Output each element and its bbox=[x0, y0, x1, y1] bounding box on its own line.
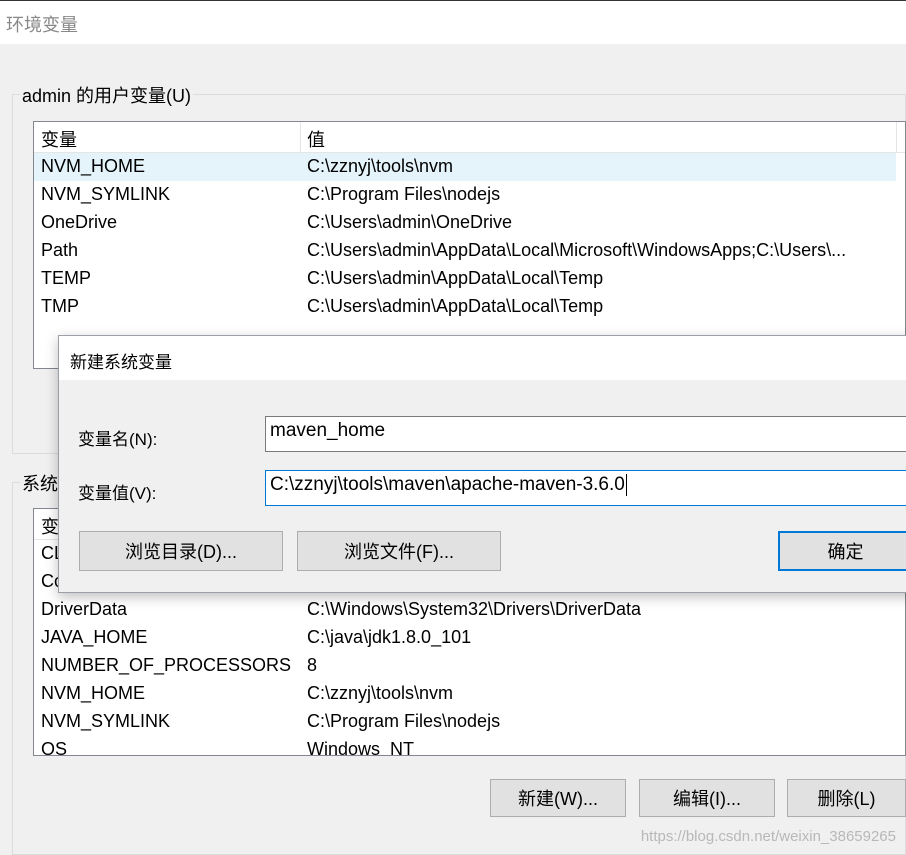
variable-name: NVM_SYMLINK bbox=[41, 711, 171, 731]
variable-value-label: 变量值(V): bbox=[78, 484, 157, 503]
dialog-titlebar[interactable]: 新建系统变量 bbox=[59, 336, 906, 380]
new-system-variable-dialog: 新建系统变量 变量名(N): maven_home 变量值(V): C:\zzn… bbox=[58, 335, 906, 593]
variable-name: OneDrive bbox=[41, 212, 118, 232]
table-row[interactable]: TMP C:\Users\admin\AppData\Local\Temp bbox=[34, 293, 905, 321]
column-header-value[interactable]: 值 bbox=[307, 126, 325, 152]
variable-name: NUMBER_OF_PROCESSORS bbox=[41, 655, 292, 675]
variable-value: C:\zznyj\tools\nvm bbox=[307, 683, 454, 703]
edit-variable-button[interactable]: 编辑(I)... bbox=[639, 779, 775, 817]
column-header-variable[interactable]: 变 bbox=[41, 513, 59, 539]
variable-value: C:\Users\admin\AppData\Local\Temp bbox=[307, 268, 604, 288]
table-row[interactable]: NVM_HOME C:\zznyj\tools\nvm bbox=[34, 680, 905, 708]
new-variable-button[interactable]: 新建(W)... bbox=[490, 779, 626, 817]
variable-name: TMP bbox=[41, 296, 79, 316]
table-row[interactable]: TEMP C:\Users\admin\AppData\Local\Temp bbox=[34, 265, 905, 293]
column-header-variable[interactable]: 变量 bbox=[41, 126, 77, 152]
text-caret bbox=[625, 474, 627, 496]
variable-value: C:\Program Files\nodejs bbox=[307, 184, 501, 204]
window-title: 环境变量 bbox=[6, 15, 78, 35]
browse-file-button[interactable]: 浏览文件(F)... bbox=[297, 531, 501, 571]
variable-name-input[interactable]: maven_home bbox=[265, 416, 906, 452]
table-row[interactable]: JAVA_HOME C:\java\jdk1.8.0_101 bbox=[34, 624, 905, 652]
variable-name: DriverData bbox=[41, 599, 128, 619]
delete-variable-button[interactable]: 删除(L) bbox=[787, 779, 906, 817]
browse-directory-button[interactable]: 浏览目录(D)... bbox=[79, 531, 283, 571]
user-vars-list[interactable]: 变量 值 NVM_HOME C:\zznyj\tools\nvm NVM_SYM… bbox=[33, 121, 906, 369]
column-separator[interactable] bbox=[300, 122, 301, 152]
table-row[interactable]: NVM_HOME C:\zznyj\tools\nvm bbox=[34, 153, 896, 181]
watermark: https://blog.csdn.net/weixin_38659265 bbox=[640, 828, 896, 845]
system-vars-label: 系统 bbox=[20, 470, 60, 496]
variable-name: NVM_SYMLINK bbox=[41, 184, 171, 204]
table-row[interactable]: DriverData C:\Windows\System32\Drivers\D… bbox=[34, 596, 905, 624]
variable-name: NVM_HOME bbox=[41, 156, 146, 176]
table-row[interactable]: OneDrive C:\Users\admin\OneDrive bbox=[34, 209, 905, 237]
table-row[interactable]: NVM_SYMLINK C:\Program Files\nodejs bbox=[34, 181, 905, 209]
variable-name-label: 变量名(N): bbox=[78, 430, 158, 449]
user-vars-header: 变量 值 bbox=[34, 122, 905, 153]
variable-value: C:\Users\admin\OneDrive bbox=[307, 212, 513, 232]
variable-value: C:\Windows\System32\Drivers\DriverData bbox=[307, 599, 642, 619]
variable-name: OS bbox=[41, 739, 68, 756]
variable-name-input-value: maven_home bbox=[270, 420, 386, 441]
column-separator[interactable] bbox=[896, 122, 897, 152]
window-titlebar: 环境变量 bbox=[0, 0, 906, 44]
ok-button[interactable]: 确定 bbox=[778, 531, 906, 571]
variable-name: JAVA_HOME bbox=[41, 627, 148, 647]
variable-value: C:\Users\admin\AppData\Local\Temp bbox=[307, 296, 604, 316]
variable-name: NVM_HOME bbox=[41, 683, 146, 703]
variable-name: TEMP bbox=[41, 268, 92, 288]
table-row[interactable]: Path C:\Users\admin\AppData\Local\Micros… bbox=[34, 237, 905, 265]
variable-value-input-value: C:\zznyj\tools\maven\apache-maven-3.6.0 bbox=[270, 474, 625, 496]
variable-value: C:\java\jdk1.8.0_101 bbox=[307, 627, 472, 647]
variable-name: Path bbox=[41, 240, 79, 260]
variable-value: C:\Users\admin\AppData\Local\Microsoft\W… bbox=[307, 240, 847, 260]
variable-value: Windows_NT bbox=[307, 739, 415, 756]
table-row[interactable]: NVM_SYMLINK C:\Program Files\nodejs bbox=[34, 708, 905, 736]
variable-value-input[interactable]: C:\zznyj\tools\maven\apache-maven-3.6.0 bbox=[265, 470, 906, 506]
table-row[interactable]: NUMBER_OF_PROCESSORS 8 bbox=[34, 652, 905, 680]
dialog-title: 新建系统变量 bbox=[70, 353, 172, 372]
variable-value: C:\zznyj\tools\nvm bbox=[307, 156, 454, 176]
variable-value: 8 bbox=[307, 655, 318, 675]
user-vars-label: admin 的用户变量(U) bbox=[20, 82, 194, 108]
table-row[interactable]: OS Windows_NT bbox=[34, 736, 905, 756]
variable-value: C:\Program Files\nodejs bbox=[307, 711, 501, 731]
